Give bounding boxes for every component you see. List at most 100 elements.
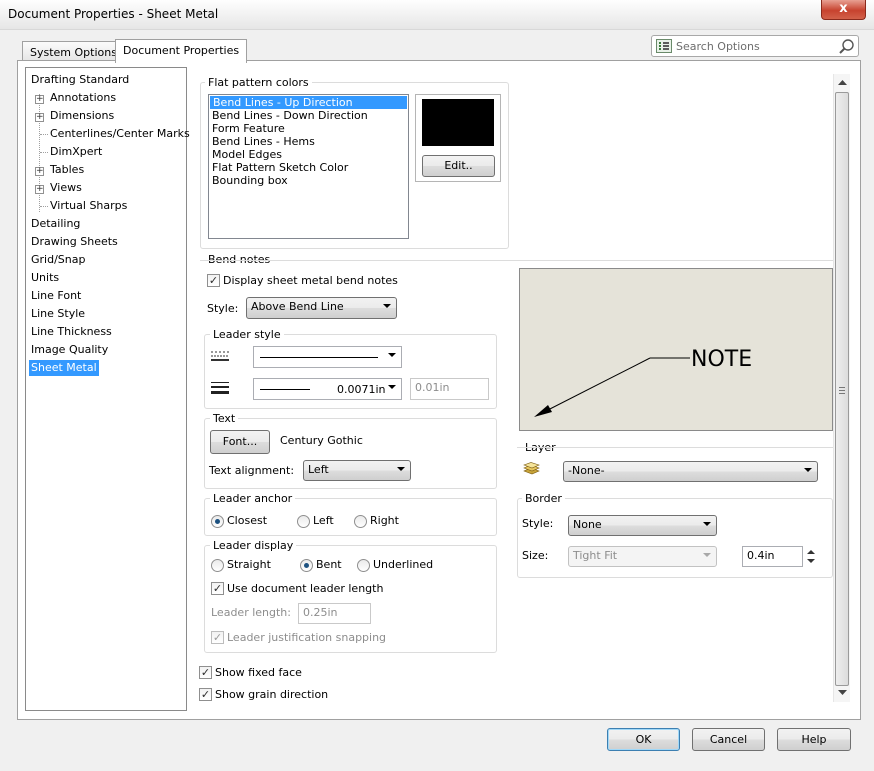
tree-connector	[40, 134, 48, 135]
tree-item-dimxpert[interactable]: DimXpert	[50, 144, 102, 160]
chevron-down-icon	[397, 467, 405, 471]
text-group-title: Text	[210, 412, 239, 425]
display-underlined-radio[interactable]	[357, 559, 370, 572]
anchor-closest-radio[interactable]	[211, 515, 224, 528]
tree-item-units[interactable]: Units	[31, 270, 59, 286]
tree-item-detailing[interactable]: Detailing	[31, 216, 80, 232]
display-straight-radio[interactable]	[211, 559, 224, 572]
tree-connector	[40, 152, 48, 153]
border-style-label: Style:	[522, 517, 554, 530]
border-style-value: None	[573, 518, 602, 531]
options-list-icon	[656, 39, 672, 53]
cancel-button[interactable]: Cancel	[692, 728, 765, 751]
leader-thickness-value: 0.0071in	[337, 383, 386, 396]
font-button[interactable]: Font...	[210, 430, 270, 454]
edit-color-button[interactable]: Edit..	[422, 155, 495, 177]
thumb-grip	[839, 387, 845, 388]
tree-item-centerlines[interactable]: Centerlines/Center Marks	[50, 126, 190, 142]
spinner-arrows-icon[interactable]	[804, 546, 818, 567]
leader-line-style-select[interactable]	[253, 346, 402, 368]
use-document-leader-length-label: Use document leader length	[227, 582, 384, 595]
border-size-value: Tight Fit	[573, 549, 618, 562]
expand-tables-icon[interactable]: +	[35, 167, 44, 176]
leader-thickness-select[interactable]: 0.0071in	[253, 378, 402, 400]
close-button[interactable]: x	[821, 0, 866, 20]
window-title: Document Properties - Sheet Metal	[8, 7, 219, 21]
tree-item-image-quality[interactable]: Image Quality	[31, 342, 108, 358]
tree-item-views[interactable]: Views	[50, 180, 82, 196]
anchor-left-radio[interactable]	[297, 515, 310, 528]
expand-dimensions-icon[interactable]: +	[35, 113, 44, 122]
leader-length-input[interactable]: 0.25in	[298, 603, 371, 624]
chevron-down-icon	[804, 468, 812, 472]
layer-select[interactable]: -None-	[563, 461, 818, 482]
options-tree: Drafting Standard + Annotations + Dimens…	[25, 67, 190, 711]
list-item[interactable]: Form Feature	[209, 122, 408, 135]
border-size-input[interactable]: 0.4in	[742, 546, 803, 567]
layers-icon	[523, 462, 540, 475]
text-alignment-value: Left	[308, 463, 329, 476]
anchor-right-label: Right	[370, 514, 399, 527]
line-style-icon	[211, 351, 229, 361]
leader-justification-label: Leader justification snapping	[227, 631, 387, 644]
display-bent-radio[interactable]	[300, 559, 313, 572]
anchor-closest-label: Closest	[227, 514, 268, 527]
display-underlined-label: Underlined	[373, 558, 434, 571]
tree-item-line-thickness[interactable]: Line Thickness	[31, 324, 112, 340]
leader-justification-checkbox[interactable]: ✓	[211, 631, 224, 644]
leader-anchor-title: Leader anchor	[210, 492, 296, 505]
scrollbar-thumb[interactable]	[835, 92, 849, 686]
list-item[interactable]: Flat Pattern Sketch Color	[209, 161, 408, 174]
chevron-down-icon	[703, 522, 711, 526]
expand-annotations-icon[interactable]: +	[35, 95, 44, 104]
tree-item-sheet-metal[interactable]: Sheet Metal	[29, 360, 99, 376]
expand-views-icon[interactable]: +	[35, 185, 44, 194]
display-bend-notes-checkbox[interactable]: ✓	[207, 274, 220, 287]
tree-item-tables[interactable]: Tables	[50, 162, 84, 178]
custom-thickness-input[interactable]: 0.01in	[410, 378, 489, 400]
color-swatch	[422, 99, 494, 146]
border-size-spinner[interactable]	[804, 546, 818, 567]
display-straight-label: Straight	[227, 558, 271, 571]
layer-value: -None-	[568, 464, 605, 477]
chevron-down-icon	[388, 385, 396, 389]
show-fixed-face-checkbox[interactable]: ✓	[199, 666, 212, 679]
tree-item-grid-snap[interactable]: Grid/Snap	[31, 252, 85, 268]
tree-item-line-style[interactable]: Line Style	[31, 306, 85, 322]
tree-item-virtual-sharps[interactable]: Virtual Sharps	[50, 198, 127, 214]
line-sample	[260, 389, 310, 390]
list-item[interactable]: Bend Lines - Hems	[209, 135, 408, 148]
list-item[interactable]: Bend Lines - Down Direction	[209, 109, 408, 122]
scroll-up-icon[interactable]	[838, 80, 847, 86]
font-name: Century Gothic	[280, 434, 363, 447]
thumb-grip	[839, 390, 845, 391]
tab-document-properties[interactable]: Document Properties	[115, 39, 248, 63]
tree-item-annotations[interactable]: Annotations	[50, 90, 116, 106]
scroll-down-icon[interactable]	[838, 690, 847, 696]
tree-item-drafting-standard[interactable]: Drafting Standard	[31, 72, 129, 88]
border-size-label: Size:	[522, 549, 549, 562]
border-size-select[interactable]: Tight Fit	[568, 546, 717, 567]
anchor-right-radio[interactable]	[354, 515, 367, 528]
search-input[interactable]: Search Options	[651, 35, 859, 57]
magnifier-icon[interactable]	[838, 38, 855, 55]
text-alignment-label: Text alignment:	[209, 464, 295, 477]
line-thickness-icon	[211, 382, 229, 394]
list-item[interactable]: Bend Lines - Up Direction	[210, 96, 407, 109]
list-item[interactable]: Model Edges	[209, 148, 408, 161]
ok-button[interactable]: OK	[607, 728, 680, 751]
tree-item-line-font[interactable]: Line Font	[31, 288, 81, 304]
vertical-scrollbar[interactable]	[833, 74, 850, 702]
list-item[interactable]: Bounding box	[209, 174, 408, 187]
flat-pattern-color-list[interactable]: Bend Lines - Up Direction Bend Lines - D…	[208, 94, 409, 239]
bend-note-style-select[interactable]: Above Bend Line	[246, 297, 397, 319]
style-label: Style:	[207, 302, 239, 315]
border-style-select[interactable]: None	[568, 515, 717, 536]
text-alignment-select[interactable]: Left	[303, 460, 411, 481]
help-button[interactable]: Help	[777, 728, 851, 751]
show-grain-direction-checkbox[interactable]: ✓	[199, 688, 212, 701]
tree-item-dimensions[interactable]: Dimensions	[50, 108, 114, 124]
search-placeholder: Search Options	[676, 40, 760, 53]
use-document-leader-length-checkbox[interactable]: ✓	[211, 582, 224, 595]
tree-item-drawing-sheets[interactable]: Drawing Sheets	[31, 234, 118, 250]
